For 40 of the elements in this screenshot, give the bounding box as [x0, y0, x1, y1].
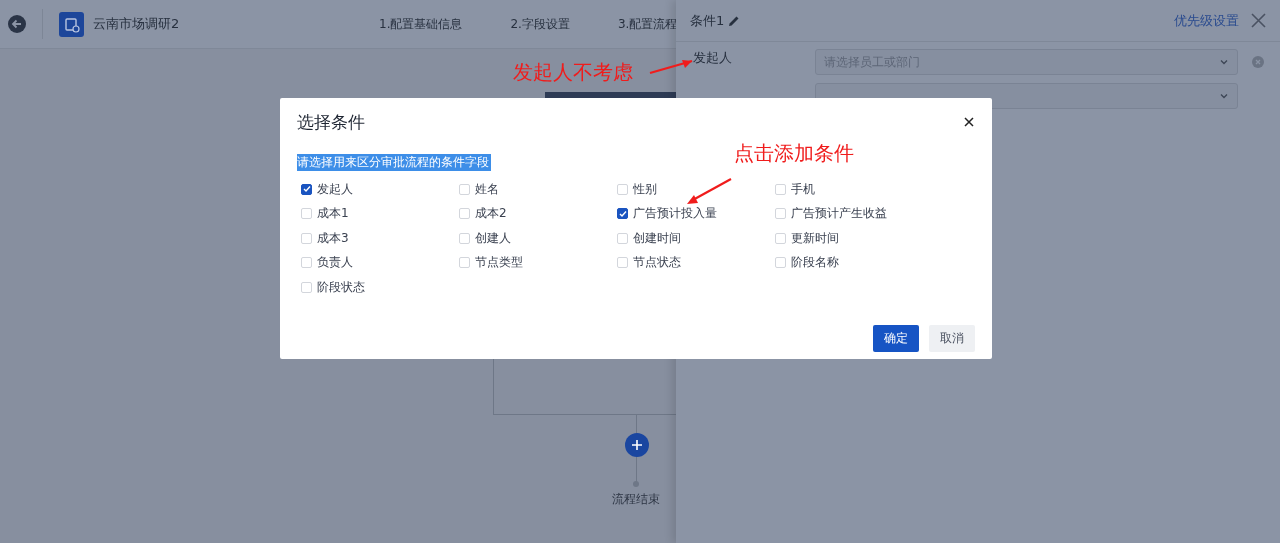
caret-icon — [1219, 57, 1229, 67]
back-icon[interactable] — [8, 15, 26, 33]
form-title: 云南市场调研2 — [93, 15, 181, 33]
caret-icon — [1219, 91, 1229, 101]
add-node-button[interactable] — [625, 433, 649, 457]
step-tab[interactable]: 2.字段设置 — [510, 15, 570, 33]
step-tab[interactable]: 3.配置流程 — [617, 15, 678, 33]
hint-text: 请选择用来区分审批流程的条件字段 — [297, 154, 491, 171]
dialog-title: 选择条件 — [297, 110, 365, 134]
condition-checkbox[interactable]: 节点状态 — [617, 253, 775, 272]
condition-checkbox[interactable]: 发起人 — [301, 180, 459, 199]
condition-checkbox[interactable]: 阶段状态 — [301, 278, 459, 297]
condition-checkbox[interactable]: 负责人 — [301, 253, 459, 272]
condition-checkbox[interactable]: 创建人 — [459, 229, 617, 248]
step-tab[interactable]: 1.配置基础信息 — [379, 15, 463, 33]
cancel-button[interactable]: 取消 — [929, 325, 975, 352]
annotation-text: 发起人不考虑 — [513, 59, 633, 86]
condition-checkbox[interactable]: 手机 — [775, 180, 933, 199]
close-icon[interactable] — [964, 117, 974, 127]
drawer-title: 条件1 — [690, 11, 725, 30]
annotation-text: 点击添加条件 — [734, 140, 854, 167]
condition-checkbox[interactable]: 创建时间 — [617, 229, 775, 248]
condition-checkbox[interactable]: 阶段名称 — [775, 253, 933, 272]
condition-checkbox[interactable]: 节点类型 — [459, 253, 617, 272]
condition-checkbox[interactable]: 广告预计产生收益 — [775, 204, 933, 223]
condition-checkbox[interactable]: 广告预计投入量 — [617, 204, 775, 223]
condition-checkbox[interactable]: 性别 — [617, 180, 775, 199]
edit-icon[interactable] — [728, 14, 741, 27]
condition-checkbox[interactable]: 更新时间 — [775, 229, 933, 248]
check-icon — [618, 209, 627, 218]
app-logo-icon — [59, 11, 84, 37]
condition-checkbox[interactable]: 成本2 — [459, 204, 617, 223]
condition-checkbox[interactable]: 姓名 — [459, 180, 617, 199]
end-node-label: 流程结束 — [612, 491, 660, 508]
condition-label: 发起人 — [693, 49, 733, 67]
condition-checkbox[interactable]: 成本1 — [301, 204, 459, 223]
check-icon — [302, 185, 311, 194]
condition-checkbox[interactable]: 成本3 — [301, 229, 459, 248]
confirm-button[interactable]: 确定 — [873, 325, 919, 352]
plus-icon — [631, 439, 643, 451]
